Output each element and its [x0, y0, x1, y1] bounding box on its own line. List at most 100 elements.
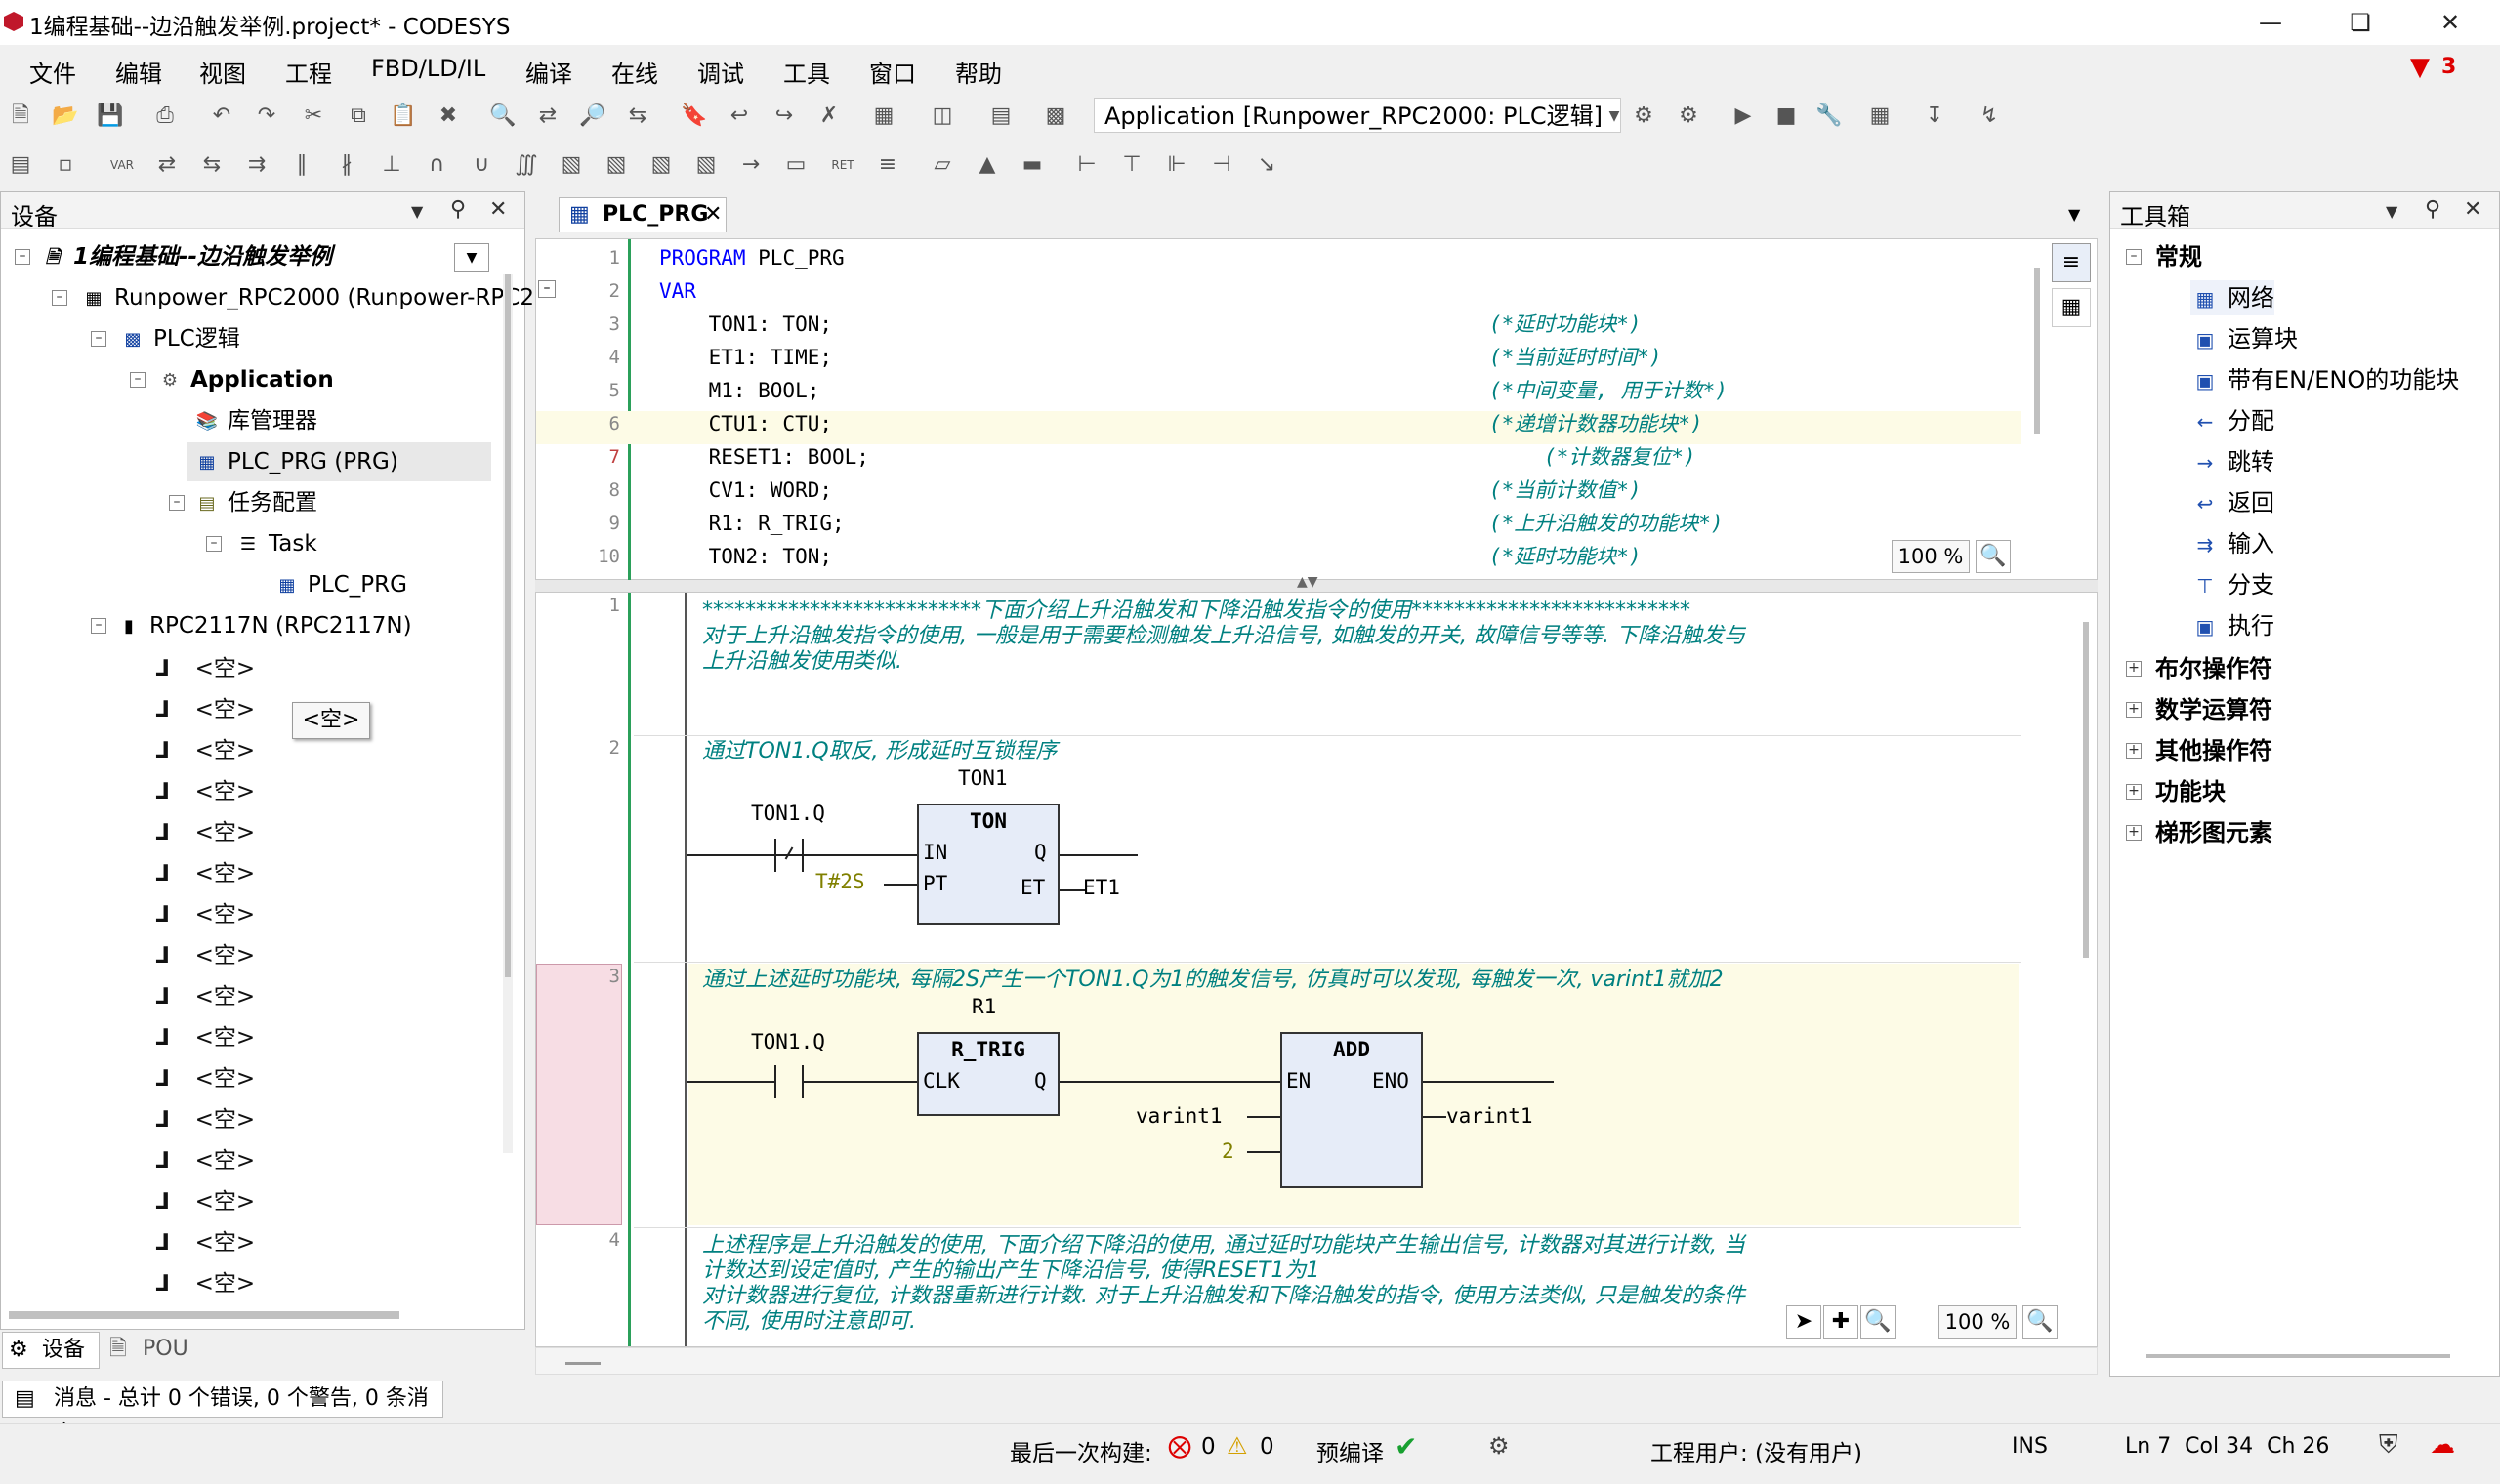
tab-list-icon[interactable]: ▼ [2068, 205, 2080, 224]
io-slot[interactable]: ⅃ <空> [155, 815, 255, 850]
menu-project[interactable]: 工程 [281, 55, 336, 89]
declaration-line[interactable]: 3 TON1: TON; (*延时功能块*) [536, 308, 2011, 341]
contact-icon[interactable]: ∥ [287, 150, 316, 180]
close-icon[interactable]: ✕ [2464, 197, 2481, 222]
replace-in-project-icon[interactable]: ⇆ [623, 102, 652, 131]
declaration-editor[interactable]: – 1 PROGRAM PLC_PRG 2 VAR 3 TON1: TON; (*延时功能… [535, 238, 2098, 581]
collapse-icon[interactable]: – [206, 536, 222, 552]
toolbox-item[interactable]: ⇉ 输入 [2190, 526, 2274, 561]
toolbox-group[interactable]: 数学运算符 [2155, 692, 2272, 727]
tree-library-manager[interactable]: 📚 库管理器 [194, 401, 317, 440]
contact[interactable] [774, 1065, 804, 1098]
set-coil-icon[interactable]: ∪ [467, 150, 496, 180]
save-icon[interactable]: 💾 [96, 102, 125, 131]
expand-icon[interactable]: + [2126, 702, 2142, 718]
error-filter-icon[interactable]: ▼ [2410, 53, 2430, 82]
reset-icon[interactable]: 🔧 [1814, 102, 1844, 131]
insert-branch-icon[interactable]: ⊢ [1072, 150, 1102, 180]
comment-icon[interactable]: ≡ [873, 150, 902, 180]
network-icon[interactable]: ▤ [6, 150, 35, 180]
menu-tools[interactable]: 工具 [779, 55, 834, 89]
chevron-down-icon[interactable]: ▼ [411, 202, 423, 221]
io-slot[interactable]: ⅃ <空> [155, 733, 255, 768]
io-slot[interactable]: ⅃ <空> [155, 1266, 255, 1301]
tab-pou[interactable]: 🗎 POU [104, 1332, 201, 1369]
add-input1[interactable]: varint1 [1136, 1104, 1223, 1128]
copy-icon[interactable]: ⧉ [344, 102, 373, 131]
find-in-project-icon[interactable]: 🔎 [578, 102, 607, 131]
toolbox-item[interactable]: ← 分配 [2190, 403, 2274, 438]
toolbox-group[interactable]: 布尔操作符 [2155, 651, 2272, 686]
close-tab-icon[interactable]: ✕ [704, 198, 722, 231]
fbd-hscrollbar[interactable] [565, 1362, 601, 1365]
negated-contact-icon[interactable]: ∦ [332, 150, 361, 180]
clear-bookmarks-icon[interactable]: ✗ [814, 102, 844, 131]
negate-icon[interactable]: ▱ [928, 150, 957, 180]
collapse-icon[interactable]: – [91, 618, 106, 634]
pt-value[interactable]: T#2S [815, 870, 865, 893]
project-dropdown[interactable]: ▼ [454, 243, 489, 272]
toolbox-item[interactable]: ▣ 运算块 [2190, 321, 2298, 356]
redo-icon[interactable]: ↷ [252, 102, 281, 131]
io-slot[interactable]: ⅃ <空> [155, 1061, 255, 1096]
browse-icon[interactable]: ▦ [869, 102, 898, 131]
collapse-icon[interactable]: – [15, 249, 30, 265]
network-selection-marker[interactable] [536, 964, 622, 1225]
contact-variable[interactable]: TON1.Q [751, 1030, 825, 1053]
find-icon[interactable]: 🔍 [488, 102, 518, 131]
box-icon[interactable]: ▫ [51, 150, 80, 180]
cut-icon[interactable]: ✂ [299, 102, 328, 131]
add-input2[interactable]: 2 [1222, 1139, 1234, 1163]
negated-contact[interactable] [774, 839, 804, 872]
device-status-icon[interactable]: ⚙ [1488, 1432, 1510, 1460]
chevron-down-icon[interactable]: ▼ [1600, 102, 1629, 131]
decl-zoom[interactable]: 100 % [1892, 540, 1970, 573]
collapse-icon[interactable]: – [91, 331, 106, 347]
chevron-down-icon[interactable]: ▼ [2386, 202, 2397, 221]
io-slot[interactable]: ⅃ <空> [155, 897, 255, 932]
new-file-icon[interactable]: 🗎 [6, 102, 35, 131]
toolbox-hscrollbar[interactable] [2146, 1354, 2450, 1358]
text-view-icon[interactable]: ≡ [2052, 243, 2091, 282]
close-button[interactable]: ✕ [2416, 4, 2484, 41]
io-slot[interactable]: ⅃ <空> [155, 856, 255, 891]
branch-icon[interactable]: → [736, 150, 766, 180]
ret-icon[interactable]: RET [828, 150, 857, 180]
io-slot[interactable]: ⅃ <空> [155, 979, 255, 1014]
tab-plc-prg[interactable]: ▦ PLC_PRG ✕ [559, 197, 727, 232]
expand-icon[interactable]: + [2126, 661, 2142, 677]
io-slot[interactable]: ⅃ <空> [155, 651, 255, 686]
toolbox-item[interactable]: ▦ 网络 [2190, 280, 2274, 315]
menu-fbd[interactable]: FBD/LD/IL [367, 55, 489, 82]
zoom-icon[interactable]: 🔍 [2022, 1305, 2058, 1339]
minimize-button[interactable]: — [2236, 4, 2305, 41]
tab-devices[interactable]: ⚙ 设备 [2, 1332, 100, 1369]
declaration-line[interactable]: 9 R1: R_TRIG; (*上升沿触发的功能块*) [536, 507, 2011, 540]
bookmark-icon[interactable]: 🔖 [680, 102, 709, 131]
collapse-icon[interactable]: – [169, 495, 185, 511]
tree-device[interactable]: ▦ Runpower_RPC2000 (Runpower-RPC20 [81, 278, 548, 317]
toolbox-group[interactable]: 其他操作符 [2155, 733, 2272, 768]
declaration-line[interactable]: 2 VAR [536, 274, 2011, 308]
tree-plc-prg[interactable]: ▦ PLC_PRG (PRG) [194, 442, 397, 481]
tree-project[interactable]: 🗎 1编程基础--边沿触发举例 [40, 237, 332, 276]
stop-icon[interactable]: ■ [1771, 102, 1801, 131]
run-icon[interactable]: ▶ [1729, 102, 1758, 131]
collapse-icon[interactable]: – [130, 372, 146, 388]
print-icon[interactable]: ⎙ [150, 102, 180, 131]
declaration-line[interactable]: 7 RESET1: BOOL; (*计数器复位*) [536, 440, 2011, 474]
insert-branch-above-icon[interactable]: ⊤ [1117, 150, 1146, 180]
properties-icon[interactable]: ▤ [986, 102, 1016, 131]
reset-coil-icon[interactable]: ∭ [512, 150, 541, 180]
io-slot[interactable]: ⅃ <空> [155, 1225, 255, 1260]
declaration-line[interactable]: 5 M1: BOOL; (*中间变量, 用于计数*) [536, 374, 2011, 407]
ton-instance[interactable]: TON1 [958, 766, 1008, 790]
pin-icon[interactable]: ⚲ [2425, 197, 2440, 222]
table-view-icon[interactable]: ▦ [2052, 288, 2091, 327]
coil-icon[interactable]: ∩ [422, 150, 451, 180]
decl-scrollbar[interactable] [2034, 268, 2040, 434]
shield-icon[interactable]: ⛨ [2379, 1430, 2398, 1461]
pan-icon[interactable]: ✚ [1823, 1305, 1858, 1339]
set-reset-icon[interactable]: ▲ [973, 150, 1002, 180]
devices-hscrollbar[interactable] [9, 1311, 399, 1319]
